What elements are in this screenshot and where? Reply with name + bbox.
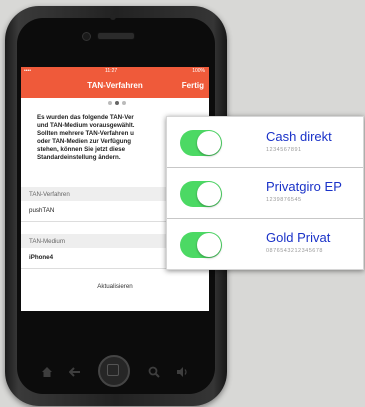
account-name: Cash direkt bbox=[266, 129, 332, 144]
account-row-gold-privat: Gold Privat 0876543212345678 bbox=[167, 219, 363, 269]
account-row-cash-direkt: Cash direkt 1234567891 bbox=[167, 117, 363, 168]
status-time: 11:27 bbox=[105, 68, 118, 74]
account-popup: Cash direkt 1234567891 Privatgiro EP 123… bbox=[166, 116, 364, 270]
carrier-signal: •••• bbox=[24, 68, 32, 74]
page-dot-active[interactable] bbox=[115, 101, 119, 105]
toggle-knob bbox=[197, 233, 221, 257]
page-indicator bbox=[21, 98, 209, 108]
account-name: Privatgiro EP bbox=[266, 179, 342, 194]
earpiece-speaker bbox=[97, 32, 135, 40]
battery-level: 100% bbox=[192, 68, 205, 74]
account-toggle[interactable] bbox=[180, 232, 222, 258]
tan-medium-value: iPhone4 bbox=[29, 254, 54, 261]
toggle-knob bbox=[197, 131, 221, 155]
nav-bar: TAN-Verfahren Fertig bbox=[21, 76, 209, 98]
done-button[interactable]: Fertig bbox=[182, 81, 204, 90]
section-header-label: TAN-Medium bbox=[29, 238, 65, 245]
account-name: Gold Privat bbox=[266, 230, 331, 245]
back-icon[interactable] bbox=[68, 366, 81, 380]
account-toggle[interactable] bbox=[180, 181, 222, 207]
page-dot[interactable] bbox=[122, 101, 126, 105]
search-icon[interactable] bbox=[148, 366, 160, 380]
account-row-privatgiro-ep: Privatgiro EP 1239876545 bbox=[167, 168, 363, 219]
home-icon[interactable] bbox=[41, 366, 53, 380]
volume-icon[interactable] bbox=[176, 366, 188, 380]
tan-verfahren-value: pushTAN bbox=[29, 207, 55, 214]
account-number: 0876543212345678 bbox=[266, 248, 323, 254]
update-button[interactable]: Aktualisieren bbox=[21, 283, 209, 301]
toggle-knob bbox=[197, 182, 221, 206]
account-number: 1239876545 bbox=[266, 197, 302, 203]
front-camera bbox=[110, 14, 116, 20]
home-button-square-icon bbox=[107, 364, 119, 376]
status-bar: •••• 11:27 100% bbox=[21, 67, 209, 76]
proximity-sensor bbox=[82, 32, 91, 41]
section-header-label: TAN-Verfahren bbox=[29, 191, 70, 198]
account-number: 1234567891 bbox=[266, 147, 302, 153]
page-dot[interactable] bbox=[108, 101, 112, 105]
account-toggle[interactable] bbox=[180, 130, 222, 156]
